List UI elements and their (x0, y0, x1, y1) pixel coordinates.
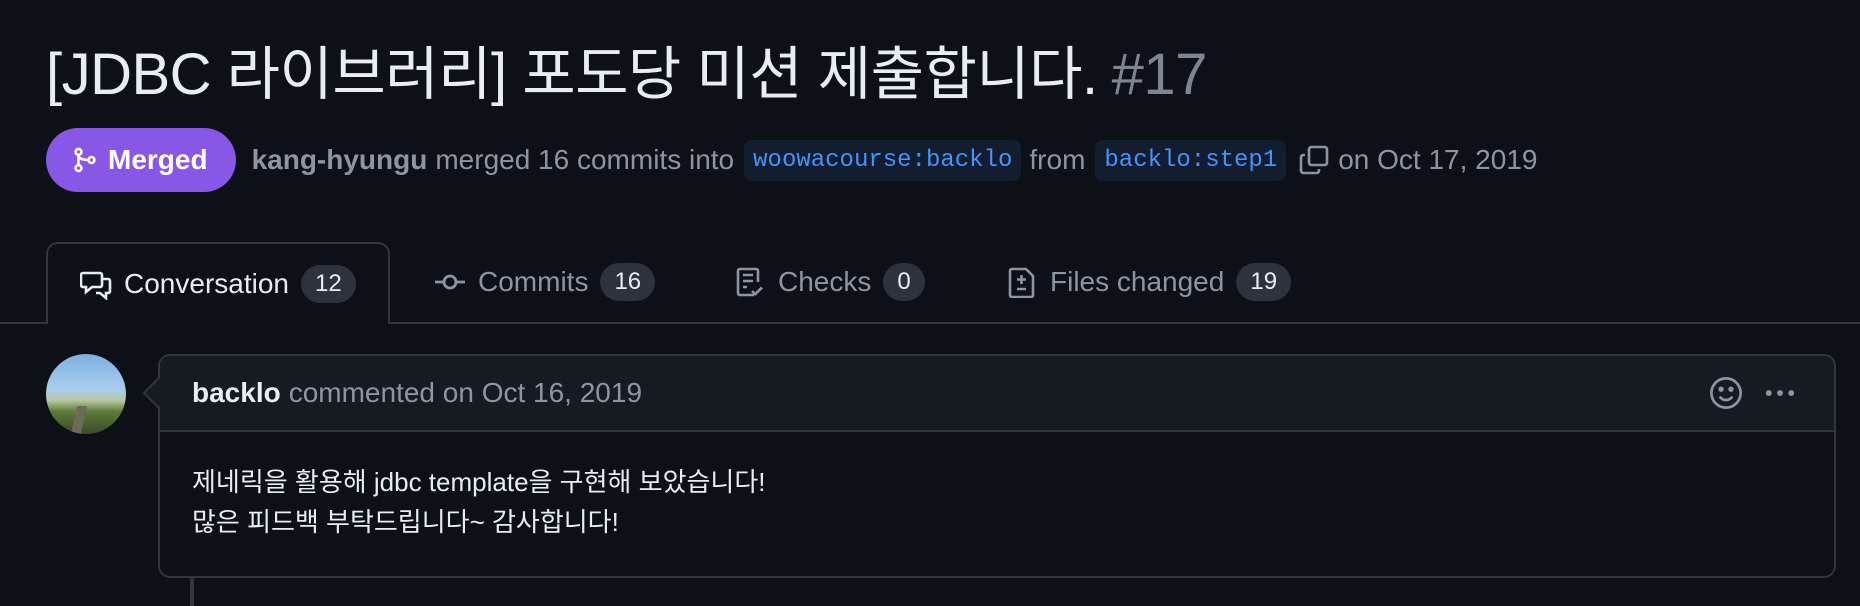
comment-discussion-icon (80, 271, 112, 300)
git-commit-icon (435, 274, 465, 290)
tab-files-changed-count: 19 (1236, 263, 1292, 301)
comment-line: 제네릭을 활용해 jdbc template을 구현해 보았습니다! (192, 467, 766, 497)
merged-text: merged 16 commits into (435, 144, 735, 175)
comment-body: 제네릭을 활용해 jdbc template을 구현해 보았습니다! 많은 피드… (160, 432, 1834, 572)
git-merge-icon (74, 147, 96, 173)
checklist-icon (736, 267, 763, 297)
tab-conversation-count: 12 (300, 265, 356, 303)
comment-author-link[interactable]: backlo (192, 377, 281, 409)
comment-header: backlo commented on Oct 16, 2019 (160, 356, 1834, 432)
pr-meta: Merged kang-hyungu merged 16 commits int… (46, 128, 1537, 192)
tab-files-changed[interactable]: Files changed 19 (1006, 242, 1292, 322)
tab-checks[interactable]: Checks 0 (734, 242, 925, 322)
tab-conversation-label: Conversation (124, 268, 289, 299)
pr-title-text: [JDBC 라이브러리] 포도당 미션 제출합니다. (46, 42, 1098, 107)
pr-title: [JDBC 라이브러리] 포도당 미션 제출합니다. #17 (46, 38, 1207, 112)
comment-timestamp[interactable]: commented on Oct 16, 2019 (289, 377, 642, 409)
head-branch-link[interactable]: backlo:step1 (1095, 139, 1287, 181)
tab-checks-count: 0 (883, 263, 925, 301)
comment-actions (1708, 375, 1798, 411)
copy-icon[interactable] (1298, 144, 1330, 176)
comment-box: backlo commented on Oct 16, 2019 제네릭을 활용… (158, 354, 1836, 578)
merged-badge: Merged (46, 128, 236, 192)
merged-badge-label: Merged (108, 144, 208, 175)
avatar[interactable] (46, 354, 126, 434)
tab-commits[interactable]: Commits 16 (434, 242, 656, 322)
tab-conversation[interactable]: Conversation 12 (46, 242, 390, 324)
merge-author-link[interactable]: kang-hyungu (252, 144, 428, 176)
timeline-line (190, 578, 194, 606)
base-branch-link[interactable]: woowacourse:backlo (744, 139, 1022, 181)
tab-commits-label: Commits (478, 266, 589, 297)
comment-line: 많은 피드백 부탁드립니다~ 감사합니다! (192, 507, 619, 537)
file-diff-icon (1008, 267, 1035, 298)
tab-files-changed-label: Files changed (1050, 266, 1225, 297)
pr-number: #17 (1111, 42, 1208, 107)
merge-date: on Oct 17, 2019 (1338, 144, 1538, 175)
from-text: from (1029, 144, 1086, 175)
avatar-landscape (71, 406, 87, 434)
pr-tabs: Conversation 12 Commits 16 Checks 0 File… (0, 242, 1860, 324)
kebab-horizontal-icon[interactable] (1762, 375, 1798, 411)
tab-commits-count: 16 (600, 263, 656, 301)
smiley-icon[interactable] (1708, 375, 1744, 411)
tab-checks-label: Checks (778, 266, 872, 297)
